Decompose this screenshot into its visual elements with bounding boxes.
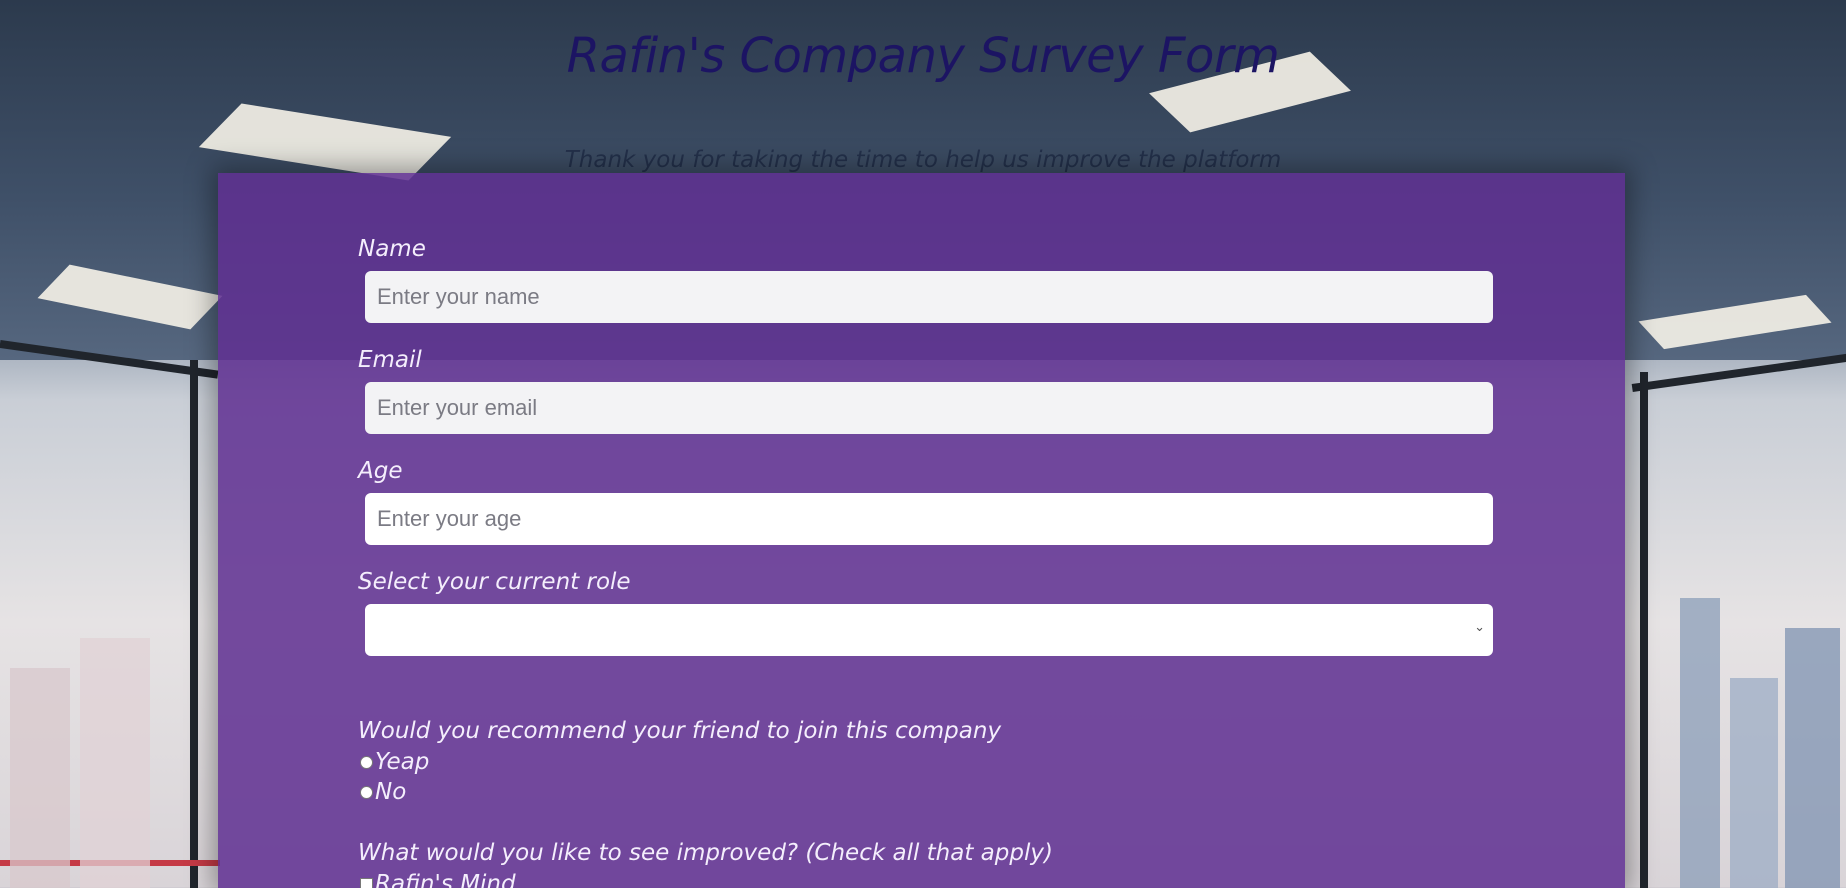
page-title: Rafin's Company Survey Form — [566, 28, 1280, 84]
email-input[interactable] — [365, 382, 1493, 434]
recommend-question: Would you recommend your friend to join … — [358, 718, 1002, 744]
age-label: Age — [358, 458, 403, 484]
radio-button[interactable] — [360, 785, 373, 799]
background-building — [1680, 598, 1720, 888]
name-input[interactable] — [365, 271, 1493, 323]
survey-form: Name Email Age Select your current role … — [358, 233, 1493, 888]
role-row: Select your current role ⌄ — [358, 566, 1493, 677]
radio-label: Yeap — [375, 749, 430, 775]
radio-button[interactable] — [360, 755, 373, 769]
recommend-option-yeap[interactable]: Yeap — [358, 747, 1493, 777]
email-row: Email — [358, 344, 1493, 455]
email-label: Email — [358, 347, 422, 373]
background-building — [1730, 678, 1778, 888]
name-row: Name — [358, 233, 1493, 344]
improve-option[interactable]: Rafin's Mind — [358, 869, 1493, 888]
checkbox-label: Rafin's Mind — [375, 871, 516, 888]
background-building — [10, 668, 70, 888]
age-row: Age — [358, 455, 1493, 566]
background-building — [1785, 628, 1840, 888]
recommend-option-no[interactable]: No — [358, 777, 1493, 807]
page-description: Thank you for taking the time to help us… — [564, 147, 1282, 173]
age-input[interactable] — [365, 493, 1493, 545]
radio-label: No — [375, 779, 407, 805]
role-label: Select your current role — [358, 569, 631, 595]
background-building — [80, 638, 150, 888]
name-label: Name — [358, 236, 426, 262]
improve-question: What would you like to see improved? (Ch… — [358, 840, 1053, 866]
survey-form-panel: Name Email Age Select your current role … — [218, 173, 1625, 888]
role-select-wrapper: ⌄ — [365, 604, 1493, 656]
checkbox[interactable] — [360, 877, 373, 888]
background-window-frame — [190, 360, 198, 888]
background-window-frame — [1640, 372, 1648, 888]
role-select[interactable] — [365, 604, 1493, 656]
